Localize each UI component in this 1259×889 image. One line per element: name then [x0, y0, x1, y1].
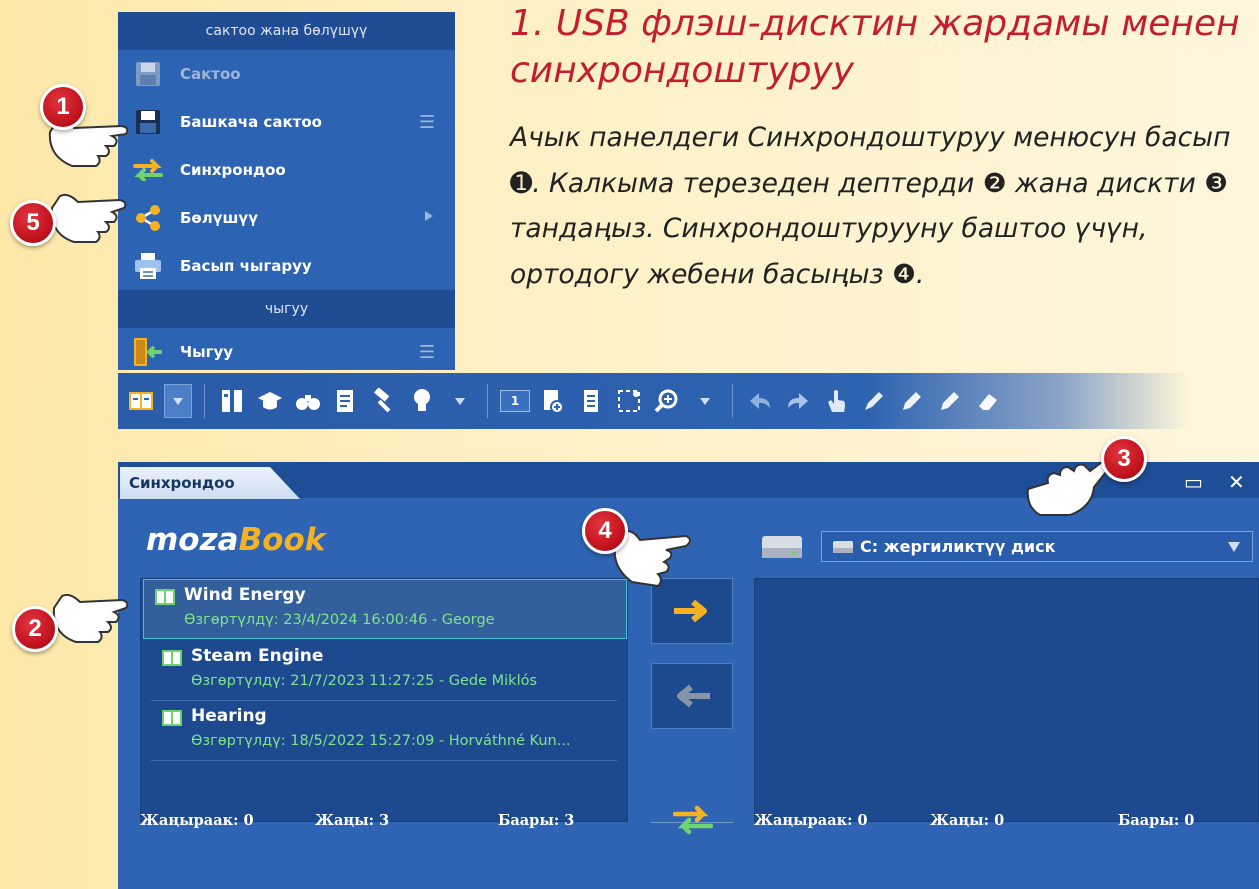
close-icon[interactable]: ✕	[1228, 470, 1245, 494]
left-stat-new: Жаңы: 3	[315, 812, 390, 829]
chevron-down-icon	[173, 397, 183, 405]
sync-arrows-icon[interactable]	[672, 805, 714, 839]
submenu-arrow-icon	[425, 211, 433, 221]
pencil-icon[interactable]	[859, 384, 889, 418]
list-item-wind-energy[interactable]: Wind Energy Өзгөртүлдү: 23/4/2024 16:00:…	[143, 579, 627, 639]
main-toolbar: 1	[118, 373, 1188, 429]
page-number: 1	[500, 390, 530, 412]
page-list-icon[interactable]	[576, 384, 606, 418]
book-modified: Өзгөртүлдү: 18/5/2022 15:27:09 - Horváth…	[191, 733, 571, 749]
file-menu-panel: сактоо жана бөлүшүү Сактоо Башкача сакто…	[118, 12, 455, 370]
book-icon	[161, 709, 183, 731]
hamburger-icon[interactable]: ☰	[419, 342, 435, 363]
instruction-title: 1. USB флэш-дисктин жардамы менен синхро…	[510, 3, 1240, 91]
menu-item-share[interactable]: Бөлүшүү	[118, 194, 455, 242]
left-stat-all: Баары: 3	[498, 812, 575, 829]
hand-pointer-icon[interactable]	[821, 384, 851, 418]
callout-badge-3: 3	[1101, 436, 1147, 482]
book-title: Hearing	[191, 706, 267, 726]
menu-item-save[interactable]: Сактоо	[118, 50, 455, 98]
page-layout-icon[interactable]	[217, 384, 247, 418]
book-list-pane[interactable]: Wind Energy Өзгөртүлдү: 23/4/2024 16:00:…	[140, 578, 628, 822]
floppy-disk-icon	[132, 106, 164, 138]
dialog-tab[interactable]: Синхрондоо	[120, 467, 300, 499]
mozabook-logo: mozaBook	[146, 522, 325, 558]
list-item-hearing[interactable]: Hearing Өзгөртүлдү: 18/5/2022 15:27:09 -…	[151, 701, 617, 761]
right-stat-newer: Жаңыраак: 0	[754, 812, 868, 829]
pointing-hand-icon	[52, 593, 129, 643]
menu-item-save-as[interactable]: Башкача сактоо ☰	[118, 98, 455, 146]
menu-item-print-label: Басып чыгаруу	[180, 257, 312, 275]
share-icon	[132, 202, 164, 234]
menu-item-share-label: Бөлүшүү	[180, 209, 258, 227]
logo-part-1: moza	[146, 522, 239, 558]
lightbulb-icon[interactable]	[407, 384, 437, 418]
toolbar-divider	[487, 384, 488, 418]
copy-from-drive-button[interactable]	[651, 663, 733, 729]
book-icon	[161, 649, 183, 671]
notes-icon[interactable]	[331, 384, 361, 418]
eraser-icon[interactable]	[973, 384, 1003, 418]
menu-item-exit[interactable]: Чыгуу ☰	[118, 328, 455, 376]
book-title: Wind Energy	[184, 585, 306, 605]
sync-arrows-icon	[132, 154, 164, 186]
chevron-down-icon	[700, 397, 710, 405]
logo-part-2: Book	[238, 522, 326, 558]
hard-drive-icon	[760, 532, 804, 566]
zoom-icon[interactable]	[652, 384, 682, 418]
arrow-right-icon	[674, 599, 707, 623]
zoom-dropdown-button[interactable]	[690, 384, 720, 418]
drive-list-pane[interactable]	[754, 578, 1259, 822]
pointing-hand-icon	[50, 193, 127, 243]
callout-badge-5: 5	[10, 200, 56, 246]
crop-select-icon[interactable]	[614, 384, 644, 418]
left-stat-newer: Жаңыраак: 0	[140, 812, 254, 829]
menu-item-sync-label: Синхрондоо	[180, 161, 286, 179]
menu-section-exit: чыгуу	[118, 290, 455, 328]
book-icon[interactable]	[126, 384, 156, 418]
toolbar-divider	[204, 384, 205, 418]
binoculars-icon[interactable]	[293, 384, 323, 418]
undo-icon[interactable]	[745, 384, 775, 418]
book-dropdown-button[interactable]	[164, 384, 192, 418]
callout-badge-2: 2	[12, 606, 58, 652]
menu-section-save-share: сактоо жана бөлүшүү	[118, 12, 455, 50]
add-page-icon[interactable]	[538, 384, 568, 418]
book-modified: Өзгөртүлдү: 23/4/2024 16:00:46 - George	[184, 612, 495, 628]
right-stat-new: Жаңы: 0	[930, 812, 1005, 829]
menu-item-exit-label: Чыгуу	[180, 343, 234, 361]
menu-item-save-label: Сактоо	[180, 65, 241, 83]
right-stat-all: Баары: 0	[1118, 812, 1195, 829]
highlighter-icon[interactable]	[935, 384, 965, 418]
menu-item-sync[interactable]: Синхрондоо	[118, 146, 455, 194]
lightbulb-dropdown-button[interactable]	[445, 384, 475, 418]
list-item-steam-engine[interactable]: Steam Engine Өзгөртүлдү: 21/7/2023 11:27…	[151, 641, 617, 701]
drive-select[interactable]: C: жергиликтүү диск	[821, 531, 1253, 562]
maximize-icon[interactable]: ▭	[1184, 470, 1203, 494]
book-title: Steam Engine	[191, 646, 324, 666]
book-icon	[154, 588, 176, 610]
printer-icon	[132, 250, 164, 282]
menu-item-print[interactable]: Басып чыгаруу	[118, 242, 455, 290]
book-modified: Өзгөртүлдү: 21/7/2023 11:27:25 - Gede Mi…	[191, 673, 538, 689]
callout-badge-4: 4	[582, 508, 628, 554]
marker-icon[interactable]	[897, 384, 927, 418]
page-number-box[interactable]: 1	[500, 384, 530, 418]
floppy-disk-icon	[132, 58, 164, 90]
arrow-left-icon	[677, 684, 710, 708]
toolbar-divider	[732, 384, 733, 418]
callout-badge-1: 1	[40, 84, 86, 130]
chevron-down-icon	[455, 397, 465, 405]
redo-icon[interactable]	[783, 384, 813, 418]
exit-door-icon	[132, 336, 164, 368]
chevron-down-icon	[1228, 542, 1240, 552]
instruction-body: Ачык панелдеги Синхрондоштуруу менюсун б…	[510, 122, 1231, 290]
menu-item-save-as-label: Башкача сактоо	[180, 113, 322, 131]
graduation-cap-icon[interactable]	[255, 384, 285, 418]
hamburger-icon[interactable]: ☰	[419, 112, 435, 133]
hard-drive-icon	[833, 540, 853, 553]
drive-select-value: C: жергиликтүү диск	[860, 537, 1056, 556]
hammer-icon[interactable]	[369, 384, 399, 418]
